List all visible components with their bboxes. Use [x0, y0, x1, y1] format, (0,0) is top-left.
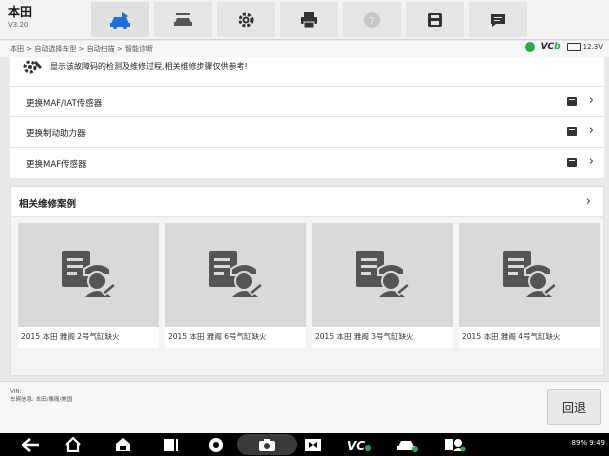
- tools-icon: [23, 60, 42, 74]
- battery-icon: [566, 43, 581, 51]
- car-home-nav-button[interactable]: [112, 436, 134, 453]
- related-cases-title: 相关维修案例: [19, 199, 77, 210]
- save-button[interactable]: [406, 2, 464, 37]
- display-button[interactable]: [302, 436, 324, 453]
- message-button[interactable]: [469, 2, 527, 37]
- case-thumbnail: [459, 223, 600, 327]
- chevron-right-icon: ›: [588, 154, 594, 169]
- case-caption: 2015 本田 雅阁 2号气缸缺火: [21, 332, 120, 341]
- system-nav-bar: VC 89% 9:49: [0, 433, 609, 456]
- technician-document-icon: [61, 251, 117, 297]
- recent-apps-icon: [164, 438, 178, 451]
- vci-icon: VC: [347, 439, 371, 452]
- home-icon: [65, 437, 81, 452]
- breadcrumb-bar: 本田 > 自动选择车型 > 自动扫描 > 智能诊断 VCb 12.3V: [0, 41, 609, 57]
- help-icon: ?: [364, 11, 380, 28]
- home-nav-button[interactable]: [62, 436, 84, 453]
- repair-item-label: 更换制动助力器: [26, 129, 86, 139]
- camera-icon: [259, 438, 275, 451]
- connection-status: VCb 12.3V: [524, 42, 603, 52]
- help-button[interactable]: ?: [343, 2, 401, 37]
- chevron-right-icon: ›: [588, 123, 594, 138]
- related-cases-panel: 相关维修案例 › 2015 本田 雅阁 2号气缸缺火 2015 本田 雅阁 6号…: [10, 186, 604, 376]
- notice-text: 显示该故障码的检测及维修过程,相关维修步骤仅供参考!: [50, 62, 248, 71]
- breadcrumb: 本田 > 自动选择车型 > 自动扫描 > 智能诊断: [10, 45, 153, 53]
- case-thumbnail: [312, 223, 453, 327]
- technician-icon: [445, 439, 466, 452]
- brand-name: 本田: [8, 5, 33, 19]
- case-caption: 2015 本田 雅阁 4号气缸缺火: [462, 332, 561, 341]
- document-icon: [567, 158, 577, 167]
- repair-item[interactable]: 更换MAF传感器 ›: [10, 147, 604, 177]
- chevron-right-icon: ›: [585, 194, 591, 209]
- vehicle-menu-icon: [174, 12, 192, 26]
- case-thumbnail: [18, 223, 159, 327]
- repair-item[interactable]: 更换MAF/IAT传感器 ›: [10, 86, 604, 116]
- document-icon: [567, 127, 577, 136]
- case-card[interactable]: 2015 本田 雅阁 3号气缸缺火: [312, 223, 453, 348]
- vehicle-info: VIN: 车辆信息: 本田/雅阁/美国: [10, 388, 72, 404]
- technician-document-icon: [208, 251, 264, 297]
- vehicle-menu-button[interactable]: [154, 2, 212, 37]
- vehicle-nav-button[interactable]: [394, 436, 420, 453]
- save-icon: [428, 12, 442, 27]
- app-version: V3.20: [8, 21, 29, 29]
- vin-label: VIN:: [10, 389, 22, 395]
- message-icon: [491, 13, 505, 27]
- recent-apps-button[interactable]: [160, 436, 182, 453]
- top-toolbar: 本田 V3.20 ?: [0, 0, 609, 40]
- vci-nav-button[interactable]: VC: [346, 436, 372, 453]
- battery-voltage: 12.3V: [566, 43, 603, 51]
- technician-document-icon: [355, 251, 411, 297]
- case-card[interactable]: 2015 本田 雅阁 2号气缸缺火: [18, 223, 159, 348]
- browser-button[interactable]: [205, 436, 227, 453]
- globe-icon: [524, 42, 535, 52]
- case-card[interactable]: 2015 本田 雅阁 4号气缸缺火: [459, 223, 600, 348]
- settings-button[interactable]: [217, 2, 275, 37]
- chevron-right-icon: ›: [588, 93, 594, 108]
- system-status: 89% 9:49: [571, 439, 605, 447]
- car-icon: [397, 440, 418, 452]
- print-icon: [301, 11, 317, 28]
- screen-mirror-icon: [305, 438, 321, 451]
- vehicle-info-text: 车辆信息: 本田/雅阁/美国: [10, 397, 73, 403]
- screenshot-button[interactable]: [256, 436, 278, 453]
- repair-item-label: 更换MAF传感器: [26, 160, 87, 170]
- diagnosis-panel: 显示该故障码的检测及维修过程,相关维修步骤仅供参考! 更换MAF/IAT传感器 …: [10, 57, 604, 178]
- back-nav-button[interactable]: [20, 436, 42, 453]
- print-button[interactable]: [280, 2, 338, 37]
- repair-item[interactable]: 更换制动助力器 ›: [10, 116, 604, 146]
- car-home-icon: [116, 438, 130, 451]
- app-brand: 本田 V3.20: [8, 4, 32, 30]
- case-thumbnail: [165, 223, 306, 327]
- vci-status: VCb: [540, 42, 561, 52]
- repair-item-label: 更换MAF/IAT传感器: [26, 99, 103, 109]
- technician-nav-button[interactable]: [442, 436, 468, 453]
- related-cases-header[interactable]: 相关维修案例 ›: [11, 187, 603, 217]
- case-caption: 2015 本田 雅阁 3号气缸缺火: [315, 332, 414, 341]
- back-arrow-icon: [22, 437, 39, 452]
- case-card[interactable]: 2015 本田 雅阁 6号气缸缺火: [165, 223, 306, 348]
- home-car-icon: [110, 11, 130, 29]
- technician-document-icon: [502, 251, 558, 297]
- home-car-button[interactable]: [91, 2, 149, 37]
- case-caption: 2015 本田 雅阁 6号气缸缺火: [168, 332, 267, 341]
- back-button[interactable]: 回退: [547, 389, 601, 425]
- browser-icon: [209, 437, 223, 452]
- svg-text:?: ?: [369, 16, 374, 27]
- notice-row: 显示该故障码的检测及维修过程,相关维修步骤仅供参考!: [10, 57, 604, 77]
- document-icon: [567, 97, 577, 106]
- svg-text:VC: VC: [347, 439, 365, 452]
- footer-bar: VIN: 车辆信息: 本田/雅阁/美国 回退: [0, 381, 609, 433]
- settings-gear-icon: [238, 12, 254, 27]
